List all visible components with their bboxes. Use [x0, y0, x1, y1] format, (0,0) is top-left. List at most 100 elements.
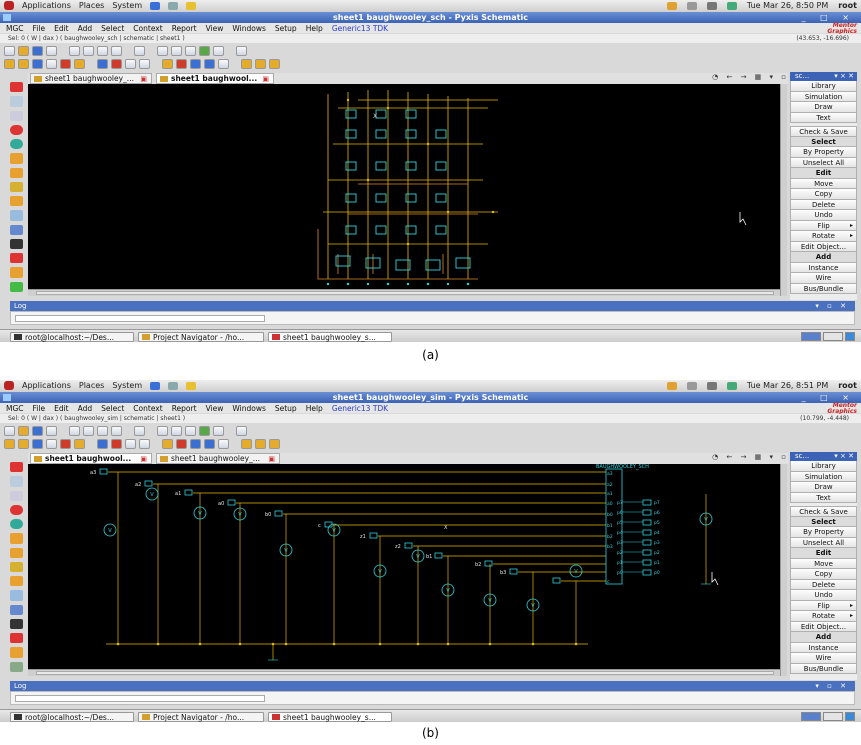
cancel-icon[interactable]	[9, 462, 23, 473]
draw-button[interactable]: Draw	[790, 482, 857, 493]
log-panel-header[interactable]: Log ▾ ▫ ✕	[10, 681, 855, 691]
menu-windows[interactable]: Windows	[232, 24, 265, 33]
hierarchy-icon[interactable]	[236, 426, 247, 436]
copy-button[interactable]: Copy	[790, 189, 857, 200]
menu-setup[interactable]: Setup	[275, 24, 297, 33]
palette-header[interactable]: sc... ▾ × ✕	[790, 452, 857, 461]
view-icon[interactable]	[125, 59, 136, 69]
copy-button[interactable]: Copy	[790, 569, 857, 580]
wire-button[interactable]: Wire	[790, 273, 857, 284]
push-icon[interactable]	[162, 439, 173, 449]
email-icon[interactable]	[168, 381, 179, 390]
eraser-icon[interactable]	[213, 426, 224, 436]
menu-setup[interactable]: Setup	[275, 404, 297, 413]
symbol-icon[interactable]	[97, 59, 108, 69]
delete-button[interactable]: Delete	[790, 579, 857, 590]
open-folder-icon[interactable]	[18, 426, 29, 436]
tab-sheet1-first[interactable]: sheet1 baughwooley_... ▣	[30, 73, 152, 84]
print-icon[interactable]	[46, 46, 57, 56]
workspace-2[interactable]	[823, 712, 843, 721]
menu-help[interactable]: Help	[306, 24, 323, 33]
update-icon[interactable]	[666, 381, 677, 390]
undo-button[interactable]: Undo	[790, 210, 857, 221]
task-project-navigator[interactable]: Project Navigator - /ho...	[138, 332, 264, 342]
net-icon[interactable]	[241, 439, 252, 449]
firefox-icon[interactable]	[150, 381, 161, 390]
clock[interactable]: Tue Mar 26, 8:50 PM	[747, 1, 828, 10]
task-pyxis-schematic[interactable]: sheet1 baughwooley_s...	[268, 712, 392, 722]
zoom-fit-icon[interactable]	[9, 490, 23, 501]
task-project-navigator[interactable]: Project Navigator - /ho...	[138, 712, 264, 722]
print-sheet-icon[interactable]	[46, 59, 57, 69]
wire-tool-icon[interactable]	[9, 167, 23, 178]
gnome-foot-icon[interactable]	[4, 381, 14, 390]
menu-edit[interactable]: Edit	[54, 404, 69, 413]
place-icon[interactable]	[9, 604, 23, 615]
menu-system[interactable]: System	[112, 1, 142, 10]
gnome-foot-icon[interactable]	[4, 1, 14, 10]
library-button[interactable]: Library	[790, 81, 857, 92]
workspace-2[interactable]	[823, 332, 843, 341]
grid-icon[interactable]	[157, 426, 168, 436]
instance-icon[interactable]	[9, 153, 23, 164]
window-icon[interactable]	[190, 59, 201, 69]
menu-select[interactable]: Select	[101, 404, 124, 413]
save-all-icon[interactable]	[32, 59, 43, 69]
layout-icon[interactable]	[204, 59, 215, 69]
menu-mgc[interactable]: MGC	[6, 24, 24, 33]
undo-arrow-icon[interactable]	[9, 504, 23, 516]
close-tab-icon[interactable]: ▣	[140, 74, 147, 84]
wire-button[interactable]: Wire	[790, 653, 857, 664]
menu-mgc[interactable]: MGC	[6, 404, 24, 413]
firefox-icon[interactable]	[150, 1, 161, 10]
notes-icon[interactable]	[186, 1, 197, 10]
wire-tool-icon[interactable]	[9, 547, 23, 558]
power-icon[interactable]	[686, 1, 697, 10]
menu-view[interactable]: View	[206, 404, 224, 413]
port-icon[interactable]	[9, 210, 23, 221]
menu-edit[interactable]: Edit	[54, 24, 69, 33]
generator-icon[interactable]	[9, 661, 23, 672]
sheet-icon[interactable]	[4, 439, 15, 449]
property-icon[interactable]	[9, 267, 23, 278]
close-tab-icon[interactable]: ▣	[140, 454, 147, 464]
rotate-button[interactable]: Rotate ▸	[790, 611, 857, 622]
menu-applications[interactable]: Applications	[22, 1, 71, 10]
open-folder-icon[interactable]	[18, 46, 29, 56]
open-icon[interactable]	[18, 59, 29, 69]
task-pyxis-schematic[interactable]: sheet1 baughwooley_s...	[268, 332, 392, 342]
print-icon[interactable]	[46, 426, 57, 436]
zoom-icon[interactable]	[9, 476, 23, 487]
text-icon[interactable]	[134, 46, 145, 56]
task-terminal[interactable]: root@localhost:~/Des...	[10, 712, 134, 722]
line-icon[interactable]	[185, 46, 196, 56]
log-panel-header[interactable]: Log ▾ ▫ ✕	[10, 301, 855, 311]
flip-button[interactable]: Flip ▸	[790, 220, 857, 231]
close-tab-icon[interactable]: ▣	[262, 74, 269, 84]
menu-windows[interactable]: Windows	[232, 404, 265, 413]
copy-icon[interactable]	[83, 46, 94, 56]
workspace-switcher[interactable]	[801, 332, 855, 341]
menu-report[interactable]: Report	[172, 404, 197, 413]
text-icon[interactable]	[134, 426, 145, 436]
net-tool-icon[interactable]	[9, 576, 23, 587]
move-button[interactable]: Move	[790, 178, 857, 189]
menu-add[interactable]: Add	[78, 24, 93, 33]
cut-icon[interactable]	[69, 46, 80, 56]
tab-sheet1-second[interactable]: sheet1 baughwooley_... ▣	[156, 453, 280, 464]
draw-button[interactable]: Draw	[790, 102, 857, 113]
zoom-fit-icon[interactable]	[9, 110, 23, 121]
menu-system[interactable]: System	[112, 381, 142, 390]
window-titlebar[interactable]: sheet1 baughwooley_sch - Pyxis Schematic…	[0, 12, 861, 23]
property-icon[interactable]	[9, 647, 23, 658]
schematic-icon[interactable]	[111, 59, 122, 69]
open-icon[interactable]	[18, 439, 29, 449]
copy-icon[interactable]	[83, 426, 94, 436]
abc-replace-icon[interactable]	[269, 59, 280, 69]
tab-navigation[interactable]: ◔ ← → ▦ ▾ ▫	[712, 73, 789, 81]
delete-icon[interactable]	[111, 46, 122, 56]
menu-context[interactable]: Context	[133, 24, 162, 33]
tab-sheet1-second[interactable]: sheet1 baughwool... ▣	[156, 73, 274, 84]
text-tool-icon[interactable]	[9, 238, 23, 250]
net-tool-icon[interactable]	[9, 196, 23, 207]
